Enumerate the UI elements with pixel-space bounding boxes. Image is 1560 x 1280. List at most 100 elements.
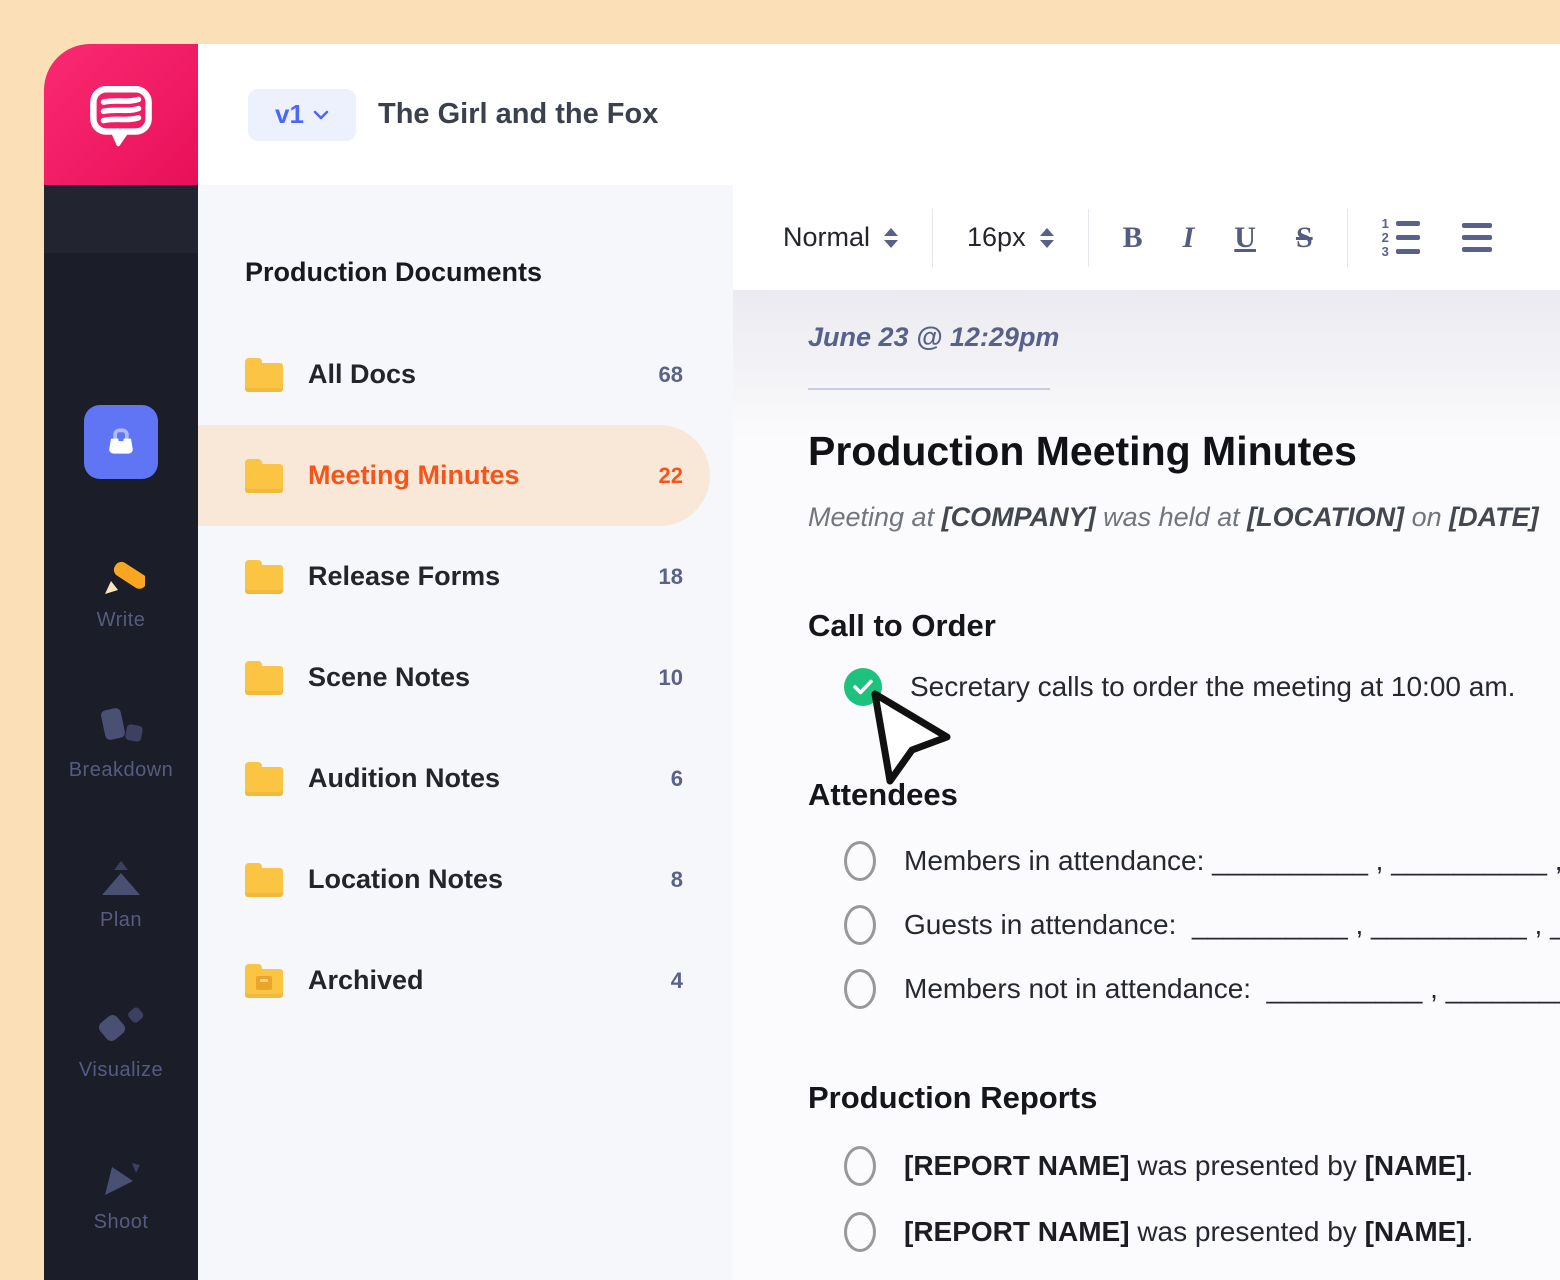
- section-heading-attendees: Attendees: [808, 777, 958, 813]
- folder-row-release-forms[interactable]: Release Forms 18: [198, 526, 733, 627]
- folder-count: 68: [659, 362, 683, 388]
- document-canvas[interactable]: June 23 @ 12:29pm Production Meeting Min…: [733, 290, 1560, 1280]
- stepper-arrows-icon: [884, 228, 898, 248]
- sidebar-item-visualize[interactable]: Visualize: [44, 1003, 198, 1082]
- align-justify-button[interactable]: [1462, 223, 1492, 252]
- sidebar-item-label: Plan: [100, 909, 142, 932]
- ordered-list-button[interactable]: 1 2 3: [1382, 219, 1420, 256]
- app-window: v1 The Girl and the Fox: [44, 44, 1560, 1280]
- folder-icon: [245, 661, 283, 695]
- folder-icon: [245, 560, 283, 594]
- folder-count: 10: [659, 665, 683, 691]
- unchecked-checkbox[interactable]: [844, 905, 876, 945]
- megaphone-icon: [95, 1155, 147, 1203]
- folder-count: 4: [671, 968, 683, 994]
- folder-label: Meeting Minutes: [308, 460, 520, 491]
- chevron-down-icon: [313, 110, 329, 120]
- section-heading-call-to-order: Call to Order: [808, 608, 996, 644]
- toolbar-divider: [1088, 209, 1089, 267]
- app-logo[interactable]: [44, 44, 198, 185]
- check-icon: [853, 679, 873, 695]
- folder-row-archived[interactable]: Archived 4: [198, 930, 733, 1031]
- list-item: Guests in attendance: __________ , _____…: [844, 893, 1560, 957]
- font-size-select[interactable]: 16px: [967, 222, 1054, 253]
- list-item-text: Secretary calls to order the meeting at …: [910, 671, 1515, 703]
- folder-label: Release Forms: [308, 561, 500, 592]
- sidebar-item-label: Shoot: [94, 1211, 149, 1234]
- list-item-text: [REPORT NAME] was presented by [NAME].: [904, 1150, 1473, 1182]
- list-item-text: Members in attendance: __________ , ____…: [904, 845, 1560, 877]
- unchecked-checkbox[interactable]: [844, 1212, 876, 1252]
- folder-count: 8: [671, 867, 683, 893]
- checked-checkbox[interactable]: [844, 668, 882, 706]
- toolbar-divider: [1347, 209, 1348, 267]
- panel-title: Production Documents: [245, 257, 542, 288]
- list-item: Members in attendance: __________ , ____…: [844, 829, 1560, 893]
- sidebar-item-projects[interactable]: [84, 405, 158, 479]
- sidebar-item-label: Visualize: [79, 1059, 163, 1082]
- folder-icon: [245, 358, 283, 392]
- list-item: [REPORT NAME] was presented by [NAME].: [844, 1199, 1473, 1265]
- archive-folder-icon: [245, 964, 283, 998]
- divider-line: [808, 388, 1050, 390]
- sidebar-item-label: Write: [97, 609, 146, 632]
- unchecked-checkbox[interactable]: [844, 841, 876, 881]
- folders-panel: Production Documents All Docs 68 Meeting…: [198, 185, 733, 1280]
- sidebar-item-breakdown[interactable]: Breakdown: [44, 703, 198, 782]
- sidebar-item-write[interactable]: Write: [44, 553, 198, 632]
- strikethrough-button[interactable]: S: [1296, 221, 1313, 255]
- folder-list: All Docs 68 Meeting Minutes 22 Re: [198, 324, 733, 1031]
- speech-bubble-icon: [75, 69, 167, 161]
- editor-area: Normal 16px B I U S 1 2: [733, 185, 1560, 1280]
- document-subtitle: Meeting at [COMPANY] was held at [LOCATI…: [808, 502, 1539, 533]
- list-item: Members not in attendance: __________ , …: [844, 957, 1560, 1021]
- mountain-icon: [95, 853, 147, 901]
- editor-toolbar: Normal 16px B I U S 1 2: [733, 185, 1560, 290]
- sidebar-item-label: Breakdown: [69, 759, 174, 782]
- section-heading-production-reports: Production Reports: [808, 1080, 1097, 1116]
- pen-icon: [97, 553, 145, 601]
- unchecked-checkbox[interactable]: [844, 969, 876, 1009]
- folder-label: Audition Notes: [308, 763, 500, 794]
- folder-icon: [245, 863, 283, 897]
- checked-list-item: Secretary calls to order the meeting at …: [844, 668, 1515, 706]
- list-item-text: [REPORT NAME] was presented by [NAME].: [904, 1216, 1473, 1248]
- underline-button[interactable]: U: [1234, 221, 1256, 255]
- sidebar: Write Breakdown Plan: [44, 185, 198, 1280]
- sidebar-item-shoot[interactable]: Shoot: [44, 1155, 198, 1234]
- folder-row-location-notes[interactable]: Location Notes 8: [198, 829, 733, 930]
- paragraph-style-value: Normal: [783, 222, 870, 253]
- font-size-value: 16px: [967, 222, 1026, 253]
- top-bar: v1 The Girl and the Fox: [198, 44, 1560, 186]
- sidebar-item-plan[interactable]: Plan: [44, 853, 198, 932]
- diamond-icon: [93, 1003, 149, 1051]
- folder-icon: [245, 459, 283, 493]
- folder-count: 22: [659, 463, 683, 489]
- folder-count: 18: [659, 564, 683, 590]
- folder-row-all-docs[interactable]: All Docs 68: [198, 324, 733, 425]
- bold-button[interactable]: B: [1123, 221, 1143, 255]
- folder-row-meeting-minutes[interactable]: Meeting Minutes 22: [198, 425, 733, 526]
- toolbar-divider: [932, 209, 933, 267]
- list-item: [REPORT NAME] was presented by [NAME].: [844, 1133, 1473, 1199]
- document-timestamp: June 23 @ 12:29pm: [808, 322, 1059, 353]
- folder-label: Archived: [308, 965, 424, 996]
- folder-icon: [245, 762, 283, 796]
- italic-button[interactable]: I: [1183, 221, 1195, 255]
- paragraph-style-select[interactable]: Normal: [783, 222, 898, 253]
- project-title: The Girl and the Fox: [378, 98, 658, 131]
- document-title: Production Meeting Minutes: [808, 428, 1357, 475]
- screen: v1 The Girl and the Fox: [0, 0, 1560, 1280]
- breakdown-shapes-icon: [95, 703, 147, 751]
- folder-label: Scene Notes: [308, 662, 470, 693]
- unchecked-checkbox[interactable]: [844, 1146, 876, 1186]
- briefcase-icon: [101, 422, 141, 462]
- folder-row-scene-notes[interactable]: Scene Notes 10: [198, 627, 733, 728]
- version-label: v1: [275, 99, 304, 130]
- list-item-text: Members not in attendance: __________ , …: [904, 973, 1560, 1005]
- folder-label: Location Notes: [308, 864, 503, 895]
- version-dropdown[interactable]: v1: [248, 89, 356, 141]
- folder-count: 6: [671, 766, 683, 792]
- folder-row-audition-notes[interactable]: Audition Notes 6: [198, 728, 733, 829]
- stepper-arrows-icon: [1040, 228, 1054, 248]
